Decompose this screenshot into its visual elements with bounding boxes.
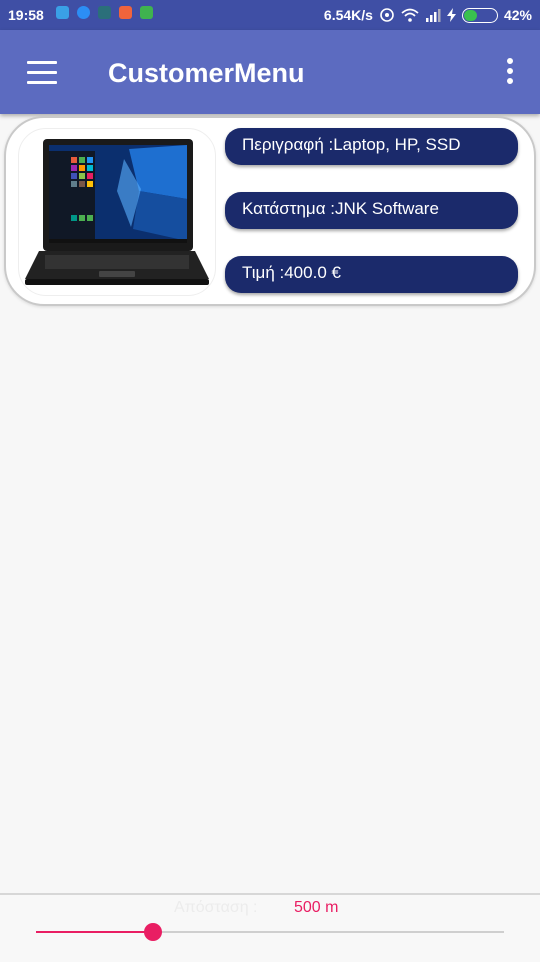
signal-icon — [425, 8, 441, 22]
wifi-icon — [401, 8, 419, 22]
distance-slider-track[interactable] — [36, 931, 504, 933]
distance-value: 500 m — [294, 899, 339, 916]
android-icon — [140, 6, 153, 19]
usb-icon — [56, 6, 69, 19]
product-store: Κατάστημα :JNK Software — [225, 192, 518, 229]
status-bar: 19:58 6.54K/s 42% — [0, 0, 540, 30]
notification-icons — [56, 6, 153, 19]
charging-icon — [446, 8, 456, 22]
app-notification-icon — [119, 6, 132, 19]
distance-panel: Απόσταση : 500 m — [0, 893, 540, 962]
hamburger-menu-icon[interactable] — [27, 61, 57, 84]
distance-label: Απόσταση : — [174, 899, 258, 916]
product-price: Τιμή :400.0 € — [225, 256, 518, 293]
distance-slider-thumb[interactable] — [144, 923, 162, 941]
status-right: 6.54K/s 42% — [324, 7, 532, 23]
distance-slider-progress — [36, 931, 153, 933]
app-toolbar: CustomerMenu — [0, 30, 540, 114]
product-description: Περιγραφή :Laptop, HP, SSD — [225, 128, 518, 165]
status-time: 19:58 — [8, 7, 44, 23]
battery-percent: 42% — [503, 7, 532, 23]
network-speed: 6.54K/s — [323, 7, 373, 23]
sync-icon — [380, 8, 394, 22]
battery-level — [463, 9, 477, 21]
messenger-icon — [77, 6, 90, 19]
battery-icon — [461, 7, 498, 23]
laptop-icon — [25, 139, 209, 285]
product-card[interactable]: Περιγραφή :Laptop, HP, SSD Κατάστημα :JN… — [4, 116, 536, 306]
page-title: CustomerMenu — [108, 58, 305, 88]
app-notification-icon — [98, 6, 111, 19]
more-vertical-icon[interactable] — [506, 58, 514, 86]
laptop-image — [18, 128, 216, 296]
